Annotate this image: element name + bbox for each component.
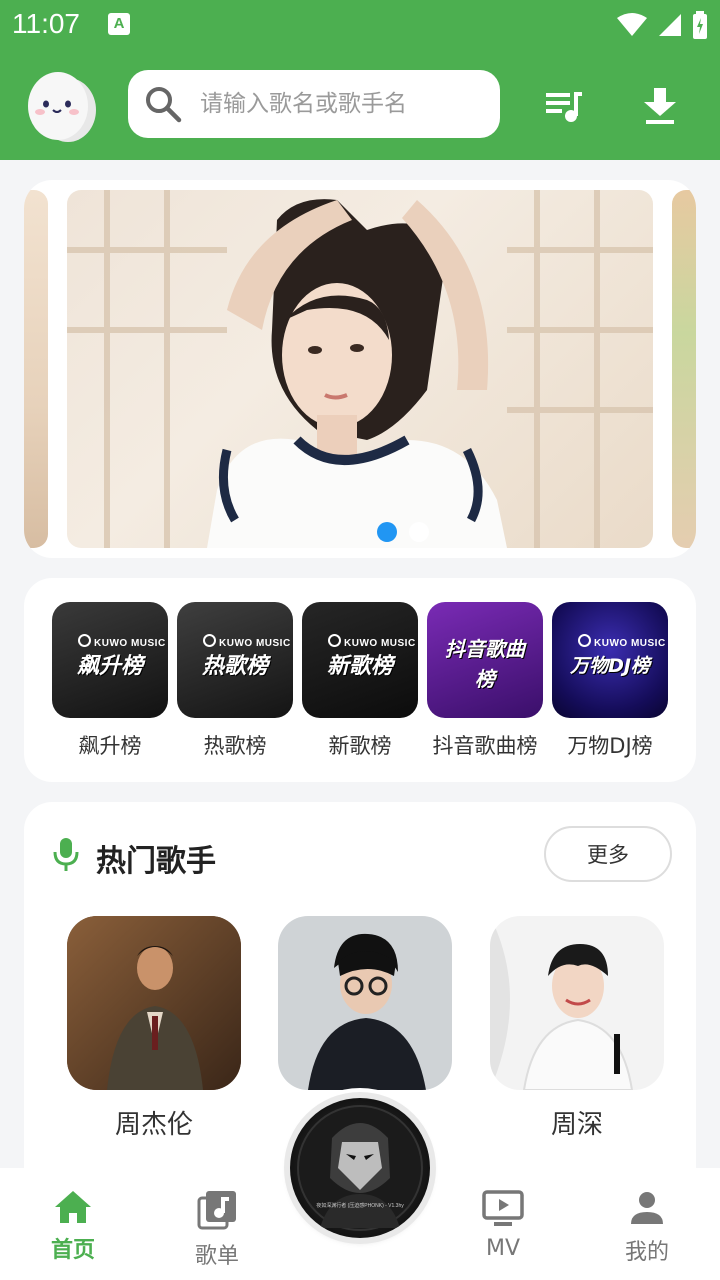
battery-icon: [693, 11, 707, 39]
microphone-icon: [53, 838, 79, 871]
nav-home[interactable]: 首页: [18, 1190, 128, 1264]
chart-cover: KUWO MUSIC 热歌榜: [177, 602, 293, 718]
wifi-icon: [617, 13, 647, 36]
singer-card[interactable]: 周杰伦: [67, 916, 241, 1141]
music-album-icon: [197, 1191, 236, 1230]
chart-label: 新歌榜: [328, 734, 392, 758]
notification-icon: A: [108, 13, 130, 35]
singer-card[interactable]: 周深: [490, 916, 664, 1141]
person-icon: [631, 1192, 663, 1224]
carousel-dot[interactable]: [409, 522, 429, 542]
kuwo-logo: KUWO MUSIC: [578, 634, 666, 649]
search-input[interactable]: [200, 91, 480, 117]
singer-photo: [67, 916, 241, 1090]
user-avatar[interactable]: [22, 66, 100, 144]
kuwo-logo: KUWO MUSIC: [203, 634, 291, 649]
nav-label: 我的: [624, 1240, 669, 1265]
now-playing-title: 夜如深渊行者 (压迫感PHONK) - V1.3hy: [316, 1203, 404, 1209]
singer-card[interactable]: [278, 916, 452, 1090]
singer-photo: [278, 916, 452, 1090]
search-icon: [146, 87, 182, 123]
playlist-icon[interactable]: [544, 86, 584, 126]
video-icon: [482, 1190, 524, 1226]
nav-label: 歌单: [194, 1244, 239, 1269]
nav-label: 首页: [50, 1238, 95, 1263]
chart-dj[interactable]: KUWO MUSIC 万物DJ榜 万物DJ榜: [552, 602, 668, 760]
chart-label: 飙升榜: [78, 734, 142, 758]
banner-prev-slide[interactable]: [24, 190, 48, 548]
banner-carousel[interactable]: [24, 180, 696, 558]
status-bar: 11:07 A: [0, 0, 720, 50]
app-header: 11:07 A: [0, 0, 720, 160]
section-title: 热门歌手: [96, 844, 216, 879]
chart-cover: KUWO MUSIC 飙升榜: [52, 602, 168, 718]
now-playing-disc[interactable]: 夜如深渊行者 (压迫感PHONK) - V1.3hy: [290, 1098, 430, 1238]
now-playing-cover: [297, 1105, 423, 1231]
chart-cover-title: 飙升榜: [76, 654, 143, 679]
carousel-indicator: [377, 522, 429, 542]
more-button[interactable]: 更多: [544, 826, 672, 882]
chart-new[interactable]: KUWO MUSIC 新歌榜 新歌榜: [302, 602, 418, 760]
chart-douyin[interactable]: 抖音歌曲榜 抖音歌曲榜: [427, 602, 543, 760]
chart-label: 万物DJ榜: [567, 734, 653, 758]
status-time: 11:07: [12, 8, 80, 39]
signal-icon: [659, 14, 681, 36]
kuwo-logo: KUWO MUSIC: [78, 634, 166, 649]
chart-cover-title: 热歌榜: [201, 654, 268, 679]
chart-cover: KUWO MUSIC 万物DJ榜: [552, 602, 668, 718]
nav-mine[interactable]: 我的: [592, 1190, 702, 1266]
kuwo-logo: KUWO MUSIC: [328, 634, 416, 649]
chart-label: 抖音歌曲榜: [432, 734, 538, 758]
chart-cover-title: 抖音歌曲榜: [445, 637, 525, 691]
nav-label: MV: [485, 1236, 521, 1261]
chart-soaring[interactable]: KUWO MUSIC 飙升榜 飙升榜: [52, 602, 168, 760]
singer-photo: [490, 916, 664, 1090]
banner-next-slide[interactable]: [672, 190, 696, 548]
home-icon: [55, 1191, 91, 1223]
chart-cover: KUWO MUSIC 新歌榜: [302, 602, 418, 718]
singer-name: 周深: [550, 1110, 603, 1140]
chart-cover: 抖音歌曲榜: [427, 602, 543, 718]
nav-mv[interactable]: MV: [448, 1190, 558, 1261]
status-icons: [616, 10, 708, 40]
search-bar[interactable]: [128, 70, 500, 138]
banner-image[interactable]: [67, 190, 653, 548]
singer-name: 周杰伦: [114, 1110, 193, 1140]
carousel-dot-active[interactable]: [377, 522, 397, 542]
chart-cover-title: 新歌榜: [326, 654, 393, 679]
chart-label: 热歌榜: [203, 734, 267, 758]
chart-hot[interactable]: KUWO MUSIC 热歌榜 热歌榜: [177, 602, 293, 760]
nav-playlists[interactable]: 歌单: [162, 1190, 272, 1270]
download-icon[interactable]: [640, 86, 680, 126]
rank-charts-section: KUWO MUSIC 飙升榜 飙升榜 KUWO MUSIC 热歌榜 热歌榜 KU…: [24, 578, 696, 782]
chart-cover-title: 万物DJ榜: [570, 654, 650, 677]
